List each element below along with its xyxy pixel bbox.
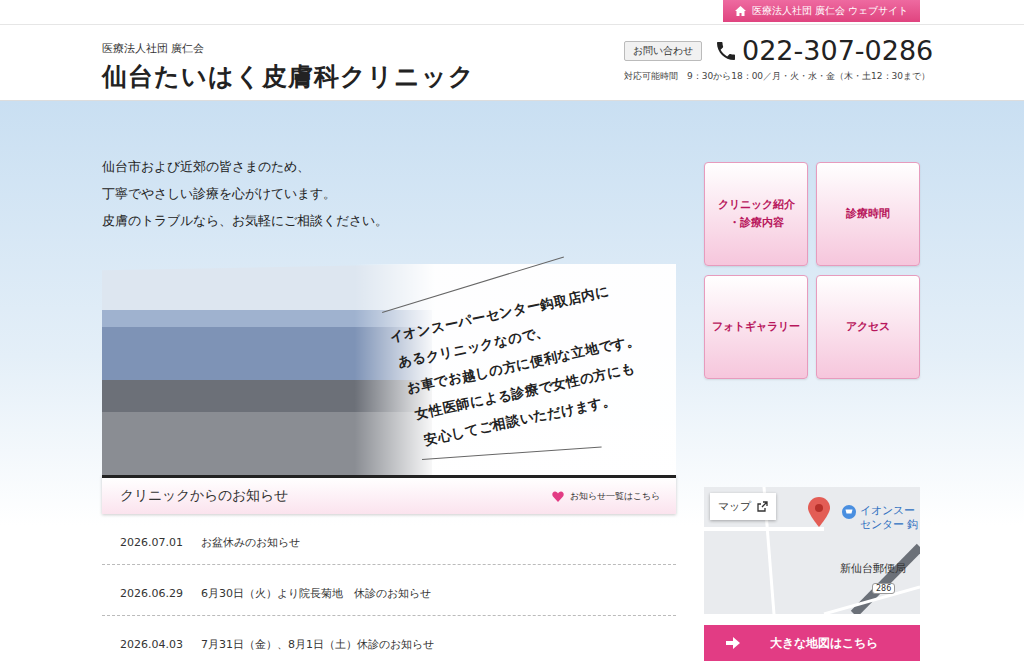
intro-line: 丁寧でやさしい診療を心がけています。: [102, 180, 676, 207]
map-open-button[interactable]: マップ: [710, 493, 776, 520]
main-content: 仙台市および近郊の皆さまのため、丁寧でやさしい診療を心がけています。皮膚のトラブ…: [0, 101, 1024, 666]
nav-label[interactable]: フォトギャラリー: [712, 318, 800, 336]
map-post-office-label: 新仙台郵便局: [840, 561, 906, 576]
phone-icon: [714, 39, 738, 63]
map-road-number: 286: [872, 583, 895, 594]
nav-button[interactable]: クリニック紹介・診療内容: [704, 162, 808, 266]
news-item[interactable]: 2026.04.03 7月31日（金）、8月1日（土）休診のお知らせ: [102, 616, 676, 666]
contact-box: お問い合わせ 022-307-0286 対応可能時間 9：30から18：00／月・火…: [603, 25, 1024, 100]
news-date: 2026.04.03: [120, 638, 183, 651]
nav-grid: クリニック紹介・診療内容 診療時間フォトギャラリー アクセス: [704, 162, 920, 379]
news-title: クリニックからのお知らせ: [120, 487, 288, 505]
news-link[interactable]: 7月31日（金）、8月1日（土）休診のお知らせ: [201, 637, 434, 652]
intro-line: 仙台市および近郊の皆さまのため、: [102, 153, 676, 180]
map-place-label: イオンスー: [860, 503, 915, 518]
big-map-label[interactable]: 大きな地図はこちら: [770, 635, 878, 652]
map-pin-icon: [808, 497, 830, 527]
top-bar: 医療法人社団 廣仁会 ウェブサイト: [0, 0, 1024, 25]
home-icon: [735, 6, 746, 16]
intro-line: 皮膚のトラブルなら、お気軽にご相談ください。: [102, 207, 676, 234]
nav-label[interactable]: 診療時間: [846, 205, 890, 223]
news-date: 2026.06.29: [120, 587, 183, 600]
arrow-right-icon: [726, 637, 740, 649]
news-item[interactable]: 2026.06.29 6月30日（火）より院長菊地 休診のお知らせ: [102, 565, 676, 616]
nav-label[interactable]: アクセス: [846, 318, 890, 336]
news-link[interactable]: お盆休みのお知らせ: [201, 535, 300, 550]
contact-hours: 対応可能時間 9：30から18：00／月・火・水・金（木・土12：30まで）: [624, 70, 1024, 83]
news-list: 2026.07.01 お盆休みのお知らせ 2026.06.29 6月30日（火）より院…: [102, 514, 676, 666]
nav-button[interactable]: フォトギャラリー: [704, 275, 808, 379]
group-website-link[interactable]: 医療法人社団 廣仁会 ウェブサイト: [723, 0, 920, 22]
news-more-link[interactable]: お知らせ一覧はこちら: [552, 490, 660, 503]
nav-label[interactable]: クリニック紹介: [718, 196, 795, 214]
big-map-button[interactable]: 大きな地図はこちら: [704, 625, 920, 661]
organization-name: 医療法人社団 廣仁会: [102, 41, 475, 56]
news-date: 2026.07.01: [120, 536, 183, 549]
right-column: クリニック紹介・診療内容 診療時間フォトギャラリー アクセスマップ イオンスーセンター…: [704, 101, 920, 666]
map-button-label[interactable]: マップ: [718, 499, 751, 514]
news-more-label[interactable]: お知らせ一覧はこちら: [570, 490, 660, 503]
store-icon: [842, 505, 856, 519]
phone-text[interactable]: 022-307-0286: [742, 35, 933, 66]
contact-row: お問い合わせ 022-307-0286: [624, 35, 1024, 66]
nav-button[interactable]: アクセス: [816, 275, 920, 379]
clinic-title[interactable]: 仙台たいはく皮膚科クリニック: [102, 60, 475, 93]
store-photo-area: イオンスーパーセンター鈎取店内にあるクリニックなので、お車でお越しの方に便利な立…: [102, 264, 676, 475]
site-header: 医療法人社団 廣仁会仙台たいはく皮膚科クリニック お問い合わせ 022-307-02…: [0, 25, 1024, 101]
heart-icon: [552, 491, 564, 502]
nav-label[interactable]: ・診療内容: [729, 214, 784, 232]
external-link-icon: [757, 501, 768, 512]
left-column: 仙台市および近郊の皆さまのため、丁寧でやさしい診療を心がけています。皮膚のトラブ…: [102, 101, 676, 666]
intro-text: 仙台市および近郊の皆さまのため、丁寧でやさしい診療を心がけています。皮膚のトラブ…: [102, 153, 676, 234]
contact-label: お問い合わせ: [624, 41, 702, 61]
map-place-label: センター 鈎: [860, 517, 919, 532]
news-header: クリニックからのお知らせ お知らせ一覧はこちら: [102, 475, 676, 514]
group-website-label[interactable]: 医療法人社団 廣仁会 ウェブサイト: [752, 4, 908, 18]
news-item[interactable]: 2026.07.01 お盆休みのお知らせ: [102, 514, 676, 565]
news-link[interactable]: 6月30日（火）より院長菊地 休診のお知らせ: [201, 586, 431, 601]
map[interactable]: マップ イオンスーセンター 鈎新仙台郵便局 286: [704, 487, 920, 614]
brand: 医療法人社団 廣仁会仙台たいはく皮膚科クリニック: [102, 25, 475, 100]
nav-button[interactable]: 診療時間: [816, 162, 920, 266]
phone-number[interactable]: 022-307-0286: [714, 35, 933, 66]
